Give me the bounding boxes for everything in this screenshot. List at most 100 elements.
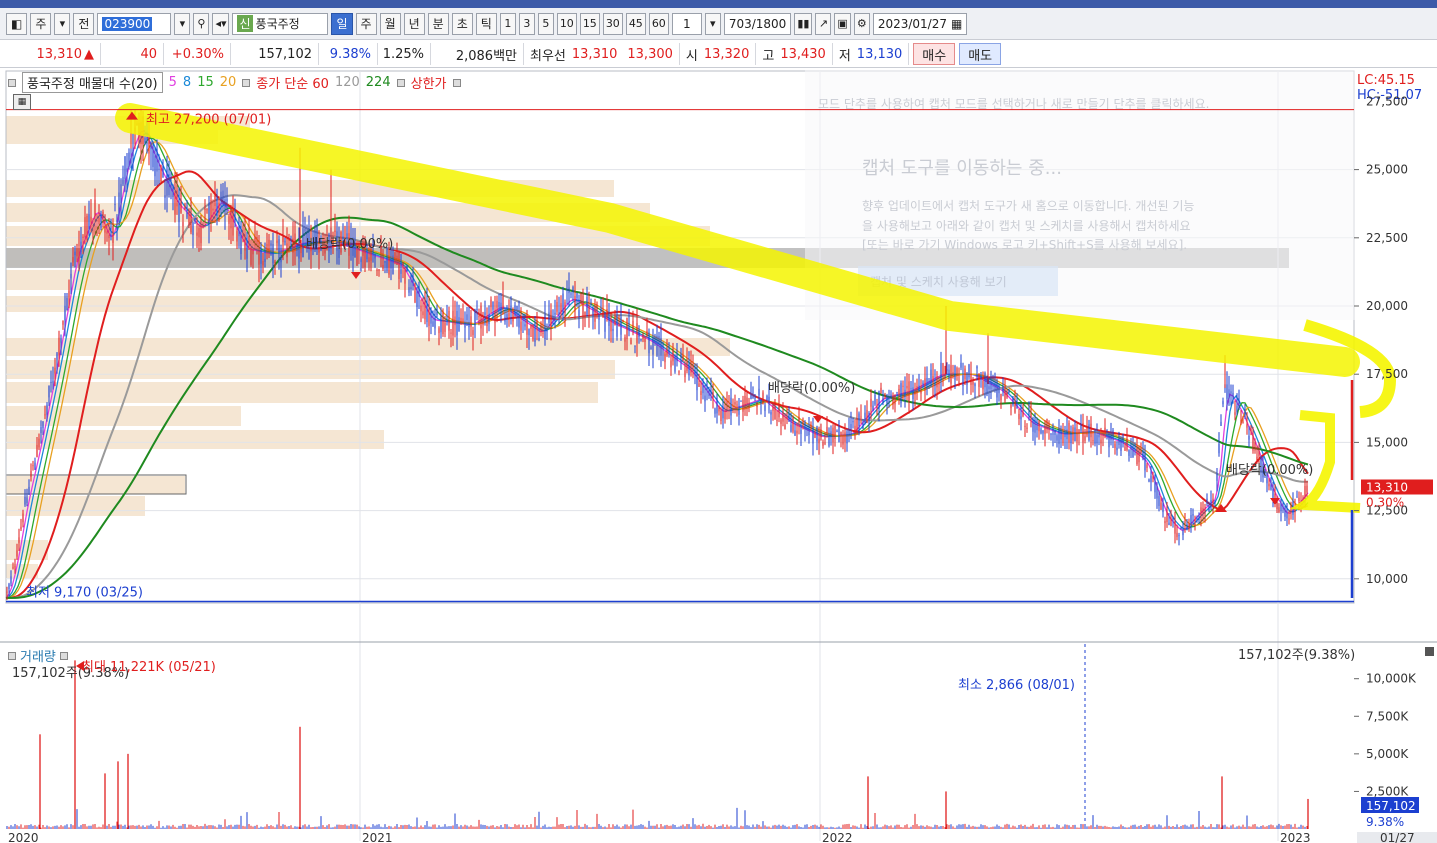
candle-body bbox=[1274, 493, 1276, 498]
period-tab-minute[interactable]: 분 bbox=[427, 12, 449, 35]
candle-body bbox=[556, 301, 558, 312]
candle-body bbox=[550, 310, 552, 329]
x-tick-label: 2023 bbox=[1280, 831, 1311, 843]
unit-dropdown-icon[interactable]: ▾ bbox=[704, 12, 721, 35]
stock-code-input[interactable]: 023900 bbox=[97, 12, 172, 35]
candle-body bbox=[1168, 522, 1170, 526]
candle-body bbox=[444, 322, 446, 332]
toolbar-item-2[interactable]: 전 bbox=[73, 12, 95, 35]
date-input[interactable]: 2023/01/27 ▦ bbox=[872, 12, 968, 35]
candle-body bbox=[724, 410, 726, 420]
trend-icon[interactable]: ↗ bbox=[815, 12, 832, 35]
toolbar-item-1[interactable]: 주 bbox=[30, 12, 52, 35]
candle-body bbox=[762, 392, 764, 403]
unit-select[interactable]: 1 bbox=[671, 12, 702, 35]
legend-ma120[interactable]: 120 bbox=[335, 75, 360, 90]
sell-button[interactable]: 매도 bbox=[959, 43, 1002, 65]
period-tab-day[interactable]: 일 bbox=[331, 12, 353, 35]
period-tab-week[interactable]: 주 bbox=[355, 12, 377, 35]
candle-body bbox=[126, 168, 128, 172]
candle-body bbox=[900, 383, 902, 404]
interval-3[interactable]: 3 bbox=[518, 12, 535, 35]
volume-legend-title[interactable]: 거래량 bbox=[20, 646, 56, 665]
volume-last-label: 157,102 bbox=[1366, 799, 1416, 813]
candle-body bbox=[1208, 506, 1210, 511]
candle-body bbox=[830, 431, 832, 436]
legend-limit[interactable]: 상한가 bbox=[411, 73, 447, 92]
interval-45[interactable]: 45 bbox=[625, 12, 646, 35]
stock-code-value: 023900 bbox=[102, 16, 153, 31]
candle-body bbox=[966, 372, 968, 385]
candle-body bbox=[566, 289, 568, 291]
layout-icon[interactable]: ◧ bbox=[6, 12, 28, 35]
legend-close-ma[interactable]: 종가 단순 60 bbox=[256, 73, 329, 92]
candle-body bbox=[40, 427, 42, 433]
candle-body bbox=[62, 320, 64, 325]
candle-body bbox=[382, 264, 384, 270]
candle-body bbox=[122, 176, 124, 185]
interval-30[interactable]: 30 bbox=[602, 12, 623, 35]
candle-body bbox=[932, 375, 934, 384]
calendar-icon[interactable]: ▦ bbox=[951, 17, 962, 31]
candle-body bbox=[434, 317, 436, 329]
candle-body bbox=[978, 373, 980, 387]
candle-body bbox=[702, 385, 704, 394]
legend-ma224[interactable]: 224 bbox=[366, 75, 391, 90]
price-tick-label: 22,500 bbox=[1366, 231, 1408, 245]
period-tab-year[interactable]: 년 bbox=[403, 12, 425, 35]
candle-body bbox=[998, 388, 1000, 394]
period-tab-tick[interactable]: 틱 bbox=[475, 12, 497, 35]
candle-body bbox=[1082, 422, 1084, 443]
speaker-icon[interactable]: ◂▾ bbox=[212, 12, 230, 35]
legend-ma15[interactable]: 15 bbox=[197, 75, 214, 90]
interval-5[interactable]: 5 bbox=[537, 12, 554, 35]
high-label: 최고 27,200 (07/01) bbox=[146, 113, 271, 128]
candle-body bbox=[428, 308, 430, 326]
open-label: 시 bbox=[685, 48, 698, 64]
legend-title[interactable]: 풍국주정 매물대 수(20) bbox=[22, 72, 163, 93]
count-input[interactable]: 703/1800 bbox=[723, 12, 792, 35]
interval-15[interactable]: 15 bbox=[579, 12, 600, 35]
dividend-label: 배당락(0.00%) bbox=[768, 381, 855, 396]
interval-60[interactable]: 60 bbox=[648, 12, 669, 35]
period-tab-second[interactable]: 초 bbox=[451, 12, 473, 35]
chevron-down-icon[interactable]: ▾ bbox=[54, 12, 71, 35]
candle-body bbox=[624, 336, 626, 342]
candle-body bbox=[1238, 400, 1240, 409]
candle-body bbox=[954, 366, 956, 380]
candle-body bbox=[1252, 434, 1254, 451]
candle-body bbox=[756, 405, 758, 408]
candle-body bbox=[1038, 421, 1040, 432]
candle-body bbox=[476, 308, 478, 310]
code-dropdown-icon[interactable]: ▾ bbox=[174, 12, 191, 35]
candle-body bbox=[908, 381, 910, 402]
interval-10[interactable]: 10 bbox=[556, 12, 577, 35]
candle-body bbox=[712, 392, 714, 398]
legend-ma20[interactable]: 20 bbox=[220, 75, 237, 90]
period-tab-month[interactable]: 월 bbox=[379, 12, 401, 35]
candle-body bbox=[438, 328, 440, 334]
candle-body bbox=[22, 513, 24, 523]
price-chart[interactable]: 모드 단추를 사용하여 캡처 모드를 선택하거나 새로 만들기 단추를 클릭하세… bbox=[0, 68, 1437, 843]
save-icon[interactable]: ▣ bbox=[834, 12, 851, 35]
candle-body bbox=[1228, 389, 1230, 399]
legend-ma5[interactable]: 5 bbox=[169, 75, 177, 90]
candle-body bbox=[76, 248, 78, 257]
zoom-icon[interactable]: ▮▮ bbox=[794, 12, 813, 35]
candle-body bbox=[1188, 523, 1190, 530]
grid-table-icon[interactable]: ▦ bbox=[13, 94, 31, 110]
interval-1[interactable]: 1 bbox=[499, 12, 516, 35]
candle-body bbox=[1010, 404, 1012, 409]
stock-name-field[interactable]: 신 풍국주정 bbox=[232, 12, 329, 35]
candle-body bbox=[514, 305, 516, 317]
volume-profile-band bbox=[6, 430, 384, 449]
candle-body bbox=[66, 298, 68, 311]
candle-body bbox=[946, 368, 948, 372]
gear-icon[interactable]: ⚙ bbox=[853, 12, 870, 35]
search-icon[interactable]: ⚲ bbox=[193, 12, 210, 35]
candle-body bbox=[132, 149, 134, 157]
candle-body bbox=[124, 156, 126, 179]
legend-ma8[interactable]: 8 bbox=[183, 75, 191, 90]
buy-button[interactable]: 매수 bbox=[913, 43, 956, 65]
candle-body bbox=[1214, 501, 1216, 503]
